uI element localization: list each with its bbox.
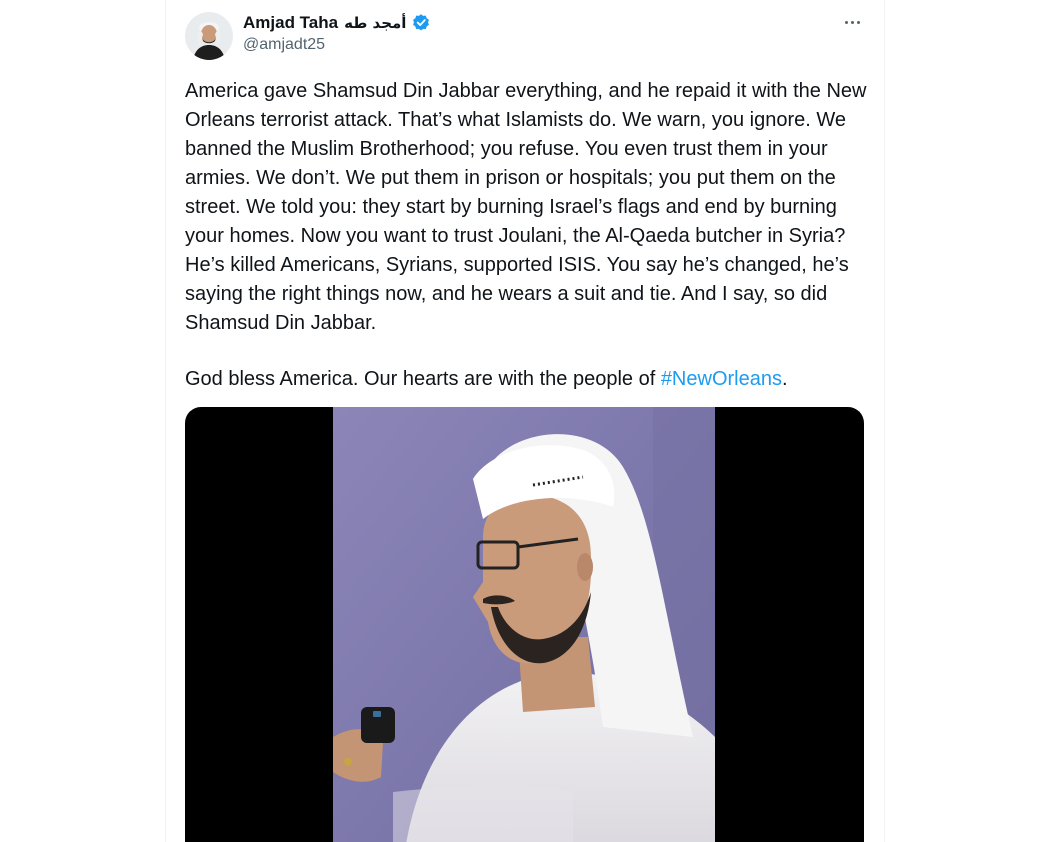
more-options-icon[interactable] xyxy=(838,10,866,34)
author-display-name[interactable]: Amjad Taha xyxy=(243,13,338,33)
avatar-image xyxy=(185,12,233,60)
tweet-card: Amjad Taha أمجد طه @amjadt25 America gav… xyxy=(166,0,884,842)
closing-text: God bless America. Our hearts are with t… xyxy=(185,368,661,390)
page: Amjad Taha أمجد طه @amjadt25 America gav… xyxy=(0,0,1050,842)
tweet-closing-line: God bless America. Our hearts are with t… xyxy=(185,365,867,394)
column-divider-right xyxy=(884,0,885,842)
video-frame-image xyxy=(333,407,715,842)
verified-badge-icon[interactable] xyxy=(411,13,431,33)
author-name-row: Amjad Taha أمجد طه xyxy=(243,12,431,34)
video-player[interactable] xyxy=(185,407,864,842)
author-arabic-name: أمجد طه xyxy=(344,14,407,32)
author-handle[interactable]: @amjadt25 xyxy=(243,36,325,54)
avatar[interactable] xyxy=(185,12,233,60)
hashtag-link[interactable]: #NewOrleans xyxy=(661,368,782,390)
tweet-body: America gave Shamsud Din Jabbar everythi… xyxy=(185,80,873,334)
closing-punctuation: . xyxy=(781,368,788,390)
